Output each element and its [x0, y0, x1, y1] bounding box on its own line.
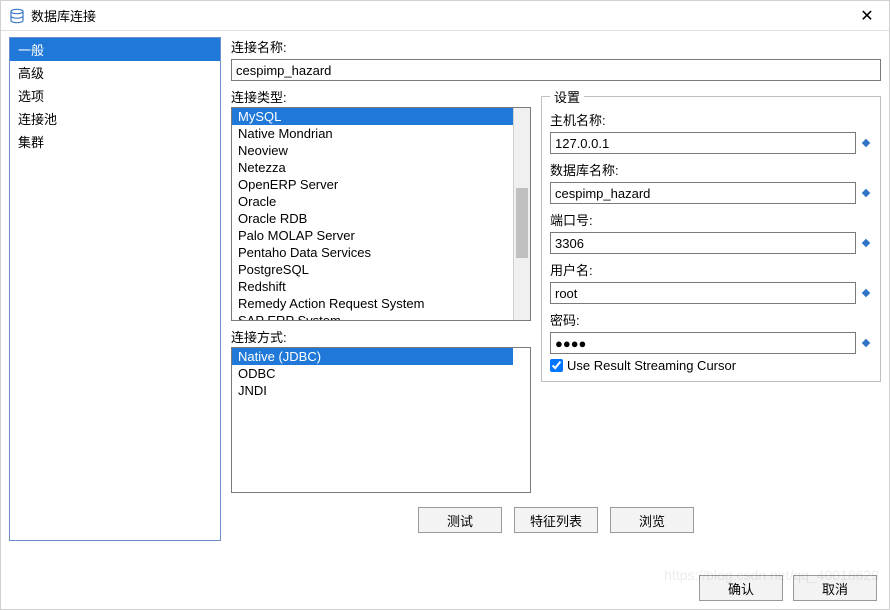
conn-type-item[interactable]: Redshift [232, 278, 513, 295]
settings-fieldset: 设置 主机名称: 数据库名称: 端口号: [541, 87, 881, 382]
conn-type-item[interactable]: Oracle [232, 193, 513, 210]
access-label: 连接方式: [231, 327, 531, 346]
content-panel: 连接名称: 连接类型: MySQLNative MondrianNeoviewN… [231, 37, 881, 541]
host-label: 主机名称: [550, 110, 872, 129]
db-input[interactable] [550, 182, 856, 204]
sidebar-item-2[interactable]: 选项 [10, 84, 220, 107]
conn-type-item[interactable]: SAP ERP System [232, 312, 513, 321]
titlebar: 数据库连接 ✕ [1, 1, 889, 31]
ok-button[interactable]: 确认 [699, 575, 783, 601]
conn-name-input[interactable] [231, 59, 881, 81]
user-input[interactable] [550, 282, 856, 304]
pass-input[interactable] [550, 332, 856, 354]
conn-type-item[interactable]: Native Mondrian [232, 125, 513, 142]
access-listbox[interactable]: Native (JDBC)ODBCJNDI [231, 347, 531, 493]
scrollbar[interactable] [513, 108, 530, 320]
conn-type-listbox[interactable]: MySQLNative MondrianNeoviewNetezzaOpenER… [231, 107, 531, 321]
close-icon[interactable]: ✕ [853, 6, 881, 26]
sidebar-item-4[interactable]: 集群 [10, 130, 220, 153]
variable-icon[interactable] [860, 337, 872, 349]
footer-buttons: 确认 取消 [699, 575, 877, 601]
center-button-row: 测试 特征列表 浏览 [231, 499, 881, 541]
conn-type-item[interactable]: PostgreSQL [232, 261, 513, 278]
cursor-checkbox-row: Use Result Streaming Cursor [550, 358, 872, 373]
conn-type-item[interactable]: Pentaho Data Services [232, 244, 513, 261]
left-column: 连接类型: MySQLNative MondrianNeoviewNetezza… [231, 87, 531, 493]
settings-legend: 设置 [550, 87, 584, 106]
access-item[interactable]: Native (JDBC) [232, 348, 513, 365]
database-icon [9, 8, 25, 24]
host-input[interactable] [550, 132, 856, 154]
main-area: 一般高级选项连接池集群 连接名称: 连接类型: MySQLNative Mond… [1, 31, 889, 541]
conn-type-item[interactable]: Oracle RDB [232, 210, 513, 227]
cancel-button[interactable]: 取消 [793, 575, 877, 601]
variable-icon[interactable] [860, 187, 872, 199]
sidebar-item-3[interactable]: 连接池 [10, 107, 220, 130]
access-item[interactable]: ODBC [232, 365, 513, 382]
conn-type-label: 连接类型: [231, 87, 531, 106]
db-label: 数据库名称: [550, 160, 872, 179]
access-item[interactable]: JNDI [232, 382, 513, 399]
variable-icon[interactable] [860, 287, 872, 299]
port-label: 端口号: [550, 210, 872, 229]
access-group: 连接方式: Native (JDBC)ODBCJNDI [231, 327, 531, 493]
variable-icon[interactable] [860, 237, 872, 249]
conn-type-item[interactable]: Neoview [232, 142, 513, 159]
conn-name-label: 连接名称: [231, 37, 881, 56]
conn-type-group: 连接类型: MySQLNative MondrianNeoviewNetezza… [231, 87, 531, 321]
pass-label: 密码: [550, 310, 872, 329]
variable-icon[interactable] [860, 137, 872, 149]
window-title: 数据库连接 [31, 6, 853, 25]
conn-type-item[interactable]: Netezza [232, 159, 513, 176]
cursor-checkbox[interactable] [550, 359, 563, 372]
sidebar-item-1[interactable]: 高级 [10, 61, 220, 84]
port-input[interactable] [550, 232, 856, 254]
test-button[interactable]: 测试 [418, 507, 502, 533]
browse-button[interactable]: 浏览 [610, 507, 694, 533]
conn-name-group: 连接名称: [231, 37, 881, 81]
sidebar-item-0[interactable]: 一般 [10, 38, 220, 61]
conn-type-item[interactable]: Remedy Action Request System [232, 295, 513, 312]
user-label: 用户名: [550, 260, 872, 279]
sidebar: 一般高级选项连接池集群 [9, 37, 221, 541]
cursor-checkbox-label[interactable]: Use Result Streaming Cursor [567, 358, 736, 373]
right-column: 设置 主机名称: 数据库名称: 端口号: [541, 87, 881, 493]
features-button[interactable]: 特征列表 [514, 507, 598, 533]
conn-type-item[interactable]: Palo MOLAP Server [232, 227, 513, 244]
conn-type-item[interactable]: OpenERP Server [232, 176, 513, 193]
conn-type-item[interactable]: MySQL [232, 108, 513, 125]
